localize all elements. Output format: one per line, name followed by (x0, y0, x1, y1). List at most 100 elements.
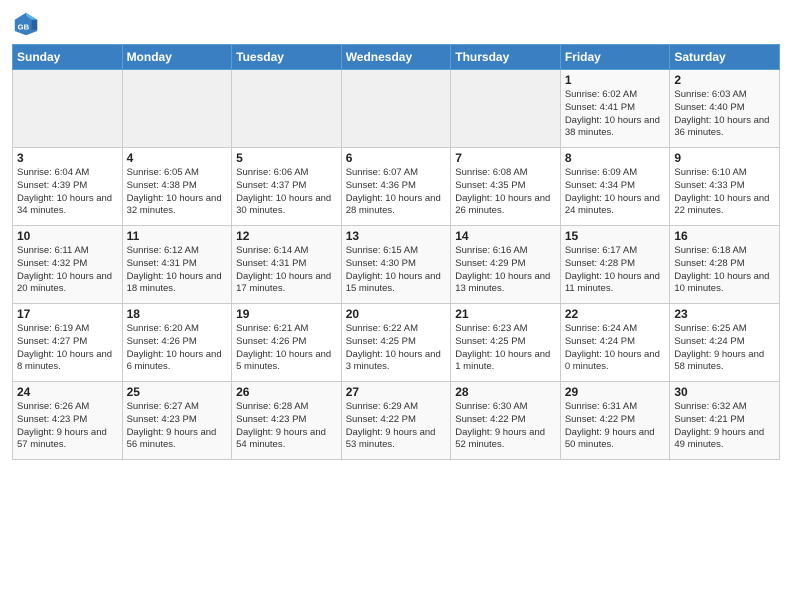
logo-icon: GB (12, 10, 40, 38)
day-info: Sunrise: 6:03 AM Sunset: 4:40 PM Dayligh… (674, 89, 775, 140)
day-number: 13 (346, 229, 447, 243)
calendar-cell: 22Sunrise: 6:24 AM Sunset: 4:24 PM Dayli… (560, 304, 670, 382)
weekday-header: Thursday (451, 45, 561, 70)
calendar-cell: 8 Sunrise: 6:09 AM Sunset: 4:34 PM Daylig… (560, 148, 670, 226)
calendar-cell: 11 Sunrise: 6:12 AM Sunset: 4:31 PM Dayli… (122, 226, 232, 304)
day-number: 25 (127, 385, 228, 399)
day-info: Sunrise: 6:22 AM Sunset: 4:25 PM Dayligh… (346, 323, 447, 374)
day-info: Sunrise: 6:14 AM Sunset: 4:31 PM Dayligh… (236, 245, 337, 296)
day-info: Sunrise: 6:19 AM Sunset: 4:27 PM Dayligh… (17, 323, 118, 374)
day-info: Sunrise: 6:25 AM Sunset: 4:24 PM Dayligh… (674, 323, 775, 374)
day-info: Sunrise: 6:17 AM Sunset: 4:28 PM Dayligh… (565, 245, 666, 296)
calendar-cell: 4Sunrise: 6:05 AM Sunset: 4:38 PM Daylig… (122, 148, 232, 226)
day-number: 20 (346, 307, 447, 321)
calendar-cell: 15 Sunrise: 6:17 AM Sunset: 4:28 PM Dayli… (560, 226, 670, 304)
day-number: 28 (455, 385, 556, 399)
calendar-cell: 12 Sunrise: 6:14 AM Sunset: 4:31 PM Dayli… (232, 226, 342, 304)
calendar-cell: 14 Sunrise: 6:16 AM Sunset: 4:29 PM Dayli… (451, 226, 561, 304)
calendar-cell: 18 Sunrise: 6:20 AM Sunset: 4:26 PM Dayli… (122, 304, 232, 382)
calendar-cell (341, 70, 451, 148)
day-info: Sunrise: 6:18 AM Sunset: 4:28 PM Dayligh… (674, 245, 775, 296)
calendar-cell: 1 Sunrise: 6:02 AM Sunset: 4:41 PM Daylig… (560, 70, 670, 148)
day-number: 26 (236, 385, 337, 399)
day-number: 15 (565, 229, 666, 243)
day-info: Sunrise: 6:32 AM Sunset: 4:21 PM Dayligh… (674, 401, 775, 452)
day-info: Sunrise: 6:11 AM Sunset: 4:32 PM Dayligh… (17, 245, 118, 296)
calendar-cell: 2 Sunrise: 6:03 AM Sunset: 4:40 PM Daylig… (670, 70, 780, 148)
day-info: Sunrise: 6:21 AM Sunset: 4:26 PM Dayligh… (236, 323, 337, 374)
weekday-header: Saturday (670, 45, 780, 70)
day-info: Sunrise: 6:31 AM Sunset: 4:22 PM Dayligh… (565, 401, 666, 452)
calendar-cell: 16 Sunrise: 6:18 AM Sunset: 4:28 PM Dayli… (670, 226, 780, 304)
calendar-cell: 13 Sunrise: 6:15 AM Sunset: 4:30 PM Dayli… (341, 226, 451, 304)
svg-text:GB: GB (18, 23, 30, 32)
day-number: 24 (17, 385, 118, 399)
weekday-header: Monday (122, 45, 232, 70)
calendar-cell: 9 Sunrise: 6:10 AM Sunset: 4:33 PM Daylig… (670, 148, 780, 226)
day-number: 14 (455, 229, 556, 243)
calendar-cell: 3Sunrise: 6:04 AM Sunset: 4:39 PM Daylig… (13, 148, 123, 226)
day-info: Sunrise: 6:04 AM Sunset: 4:39 PM Dayligh… (17, 167, 118, 218)
calendar-table: SundayMondayTuesdayWednesdayThursdayFrid… (12, 44, 780, 460)
day-info: Sunrise: 6:26 AM Sunset: 4:23 PM Dayligh… (17, 401, 118, 452)
calendar-week-row: 3Sunrise: 6:04 AM Sunset: 4:39 PM Daylig… (13, 148, 780, 226)
day-number: 18 (127, 307, 228, 321)
calendar-cell (122, 70, 232, 148)
day-number: 16 (674, 229, 775, 243)
day-number: 1 (565, 73, 666, 87)
calendar-cell: 17Sunrise: 6:19 AM Sunset: 4:27 PM Dayli… (13, 304, 123, 382)
page-container: GB SundayMondayTuesdayWednesdayThursdayF… (0, 0, 792, 468)
day-number: 22 (565, 307, 666, 321)
day-info: Sunrise: 6:27 AM Sunset: 4:23 PM Dayligh… (127, 401, 228, 452)
weekday-header: Sunday (13, 45, 123, 70)
weekday-header: Wednesday (341, 45, 451, 70)
calendar-cell: 19Sunrise: 6:21 AM Sunset: 4:26 PM Dayli… (232, 304, 342, 382)
calendar-cell (232, 70, 342, 148)
calendar-cell: 24 Sunrise: 6:26 AM Sunset: 4:23 PM Dayli… (13, 382, 123, 460)
day-info: Sunrise: 6:08 AM Sunset: 4:35 PM Dayligh… (455, 167, 556, 218)
calendar-cell: 21Sunrise: 6:23 AM Sunset: 4:25 PM Dayli… (451, 304, 561, 382)
day-number: 9 (674, 151, 775, 165)
calendar-cell (451, 70, 561, 148)
day-number: 30 (674, 385, 775, 399)
calendar-cell (13, 70, 123, 148)
day-number: 10 (17, 229, 118, 243)
logo: GB (12, 10, 44, 38)
calendar-cell: 7 Sunrise: 6:08 AM Sunset: 4:35 PM Daylig… (451, 148, 561, 226)
day-info: Sunrise: 6:16 AM Sunset: 4:29 PM Dayligh… (455, 245, 556, 296)
day-info: Sunrise: 6:12 AM Sunset: 4:31 PM Dayligh… (127, 245, 228, 296)
weekday-header: Friday (560, 45, 670, 70)
calendar-cell: 20 Sunrise: 6:22 AM Sunset: 4:25 PM Dayli… (341, 304, 451, 382)
calendar-cell: 26Sunrise: 6:28 AM Sunset: 4:23 PM Dayli… (232, 382, 342, 460)
day-number: 12 (236, 229, 337, 243)
day-info: Sunrise: 6:09 AM Sunset: 4:34 PM Dayligh… (565, 167, 666, 218)
day-info: Sunrise: 6:20 AM Sunset: 4:26 PM Dayligh… (127, 323, 228, 374)
day-number: 7 (455, 151, 556, 165)
calendar-week-row: 10 Sunrise: 6:11 AM Sunset: 4:32 PM Dayli… (13, 226, 780, 304)
day-info: Sunrise: 6:05 AM Sunset: 4:38 PM Dayligh… (127, 167, 228, 218)
day-info: Sunrise: 6:06 AM Sunset: 4:37 PM Dayligh… (236, 167, 337, 218)
calendar-week-row: 1 Sunrise: 6:02 AM Sunset: 4:41 PM Daylig… (13, 70, 780, 148)
day-number: 2 (674, 73, 775, 87)
day-number: 27 (346, 385, 447, 399)
day-info: Sunrise: 6:10 AM Sunset: 4:33 PM Dayligh… (674, 167, 775, 218)
day-number: 5 (236, 151, 337, 165)
calendar-cell: 23Sunrise: 6:25 AM Sunset: 4:24 PM Dayli… (670, 304, 780, 382)
day-number: 21 (455, 307, 556, 321)
day-info: Sunrise: 6:15 AM Sunset: 4:30 PM Dayligh… (346, 245, 447, 296)
day-number: 29 (565, 385, 666, 399)
day-info: Sunrise: 6:02 AM Sunset: 4:41 PM Dayligh… (565, 89, 666, 140)
weekday-header: Tuesday (232, 45, 342, 70)
calendar-cell: 6 Sunrise: 6:07 AM Sunset: 4:36 PM Daylig… (341, 148, 451, 226)
calendar-cell: 27 Sunrise: 6:29 AM Sunset: 4:22 PM Dayli… (341, 382, 451, 460)
header: GB (12, 10, 780, 38)
calendar-week-row: 17Sunrise: 6:19 AM Sunset: 4:27 PM Dayli… (13, 304, 780, 382)
day-info: Sunrise: 6:29 AM Sunset: 4:22 PM Dayligh… (346, 401, 447, 452)
day-info: Sunrise: 6:07 AM Sunset: 4:36 PM Dayligh… (346, 167, 447, 218)
day-number: 8 (565, 151, 666, 165)
calendar-cell: 5 Sunrise: 6:06 AM Sunset: 4:37 PM Daylig… (232, 148, 342, 226)
day-number: 11 (127, 229, 228, 243)
day-number: 6 (346, 151, 447, 165)
calendar-header-row: SundayMondayTuesdayWednesdayThursdayFrid… (13, 45, 780, 70)
calendar-cell: 30 Sunrise: 6:32 AM Sunset: 4:21 PM Dayli… (670, 382, 780, 460)
